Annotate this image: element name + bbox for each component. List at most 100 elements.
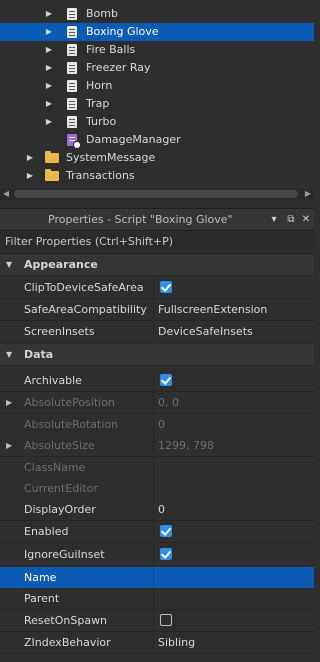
scroll-right-icon[interactable]: ▶ bbox=[302, 188, 314, 200]
expand-arrow-icon[interactable]: ▶ bbox=[43, 23, 55, 41]
tree-item-trap[interactable]: ▶ Trap bbox=[0, 95, 314, 113]
property-row[interactable]: CurrentEditor bbox=[0, 478, 314, 500]
property-row[interactable]: Archivable bbox=[0, 370, 314, 392]
property-name: ClassName bbox=[24, 461, 86, 474]
property-name: AbsoluteSize bbox=[24, 439, 95, 452]
tree-item-label: Boxing Glove bbox=[86, 25, 159, 38]
expand-arrow-icon[interactable]: ▶ bbox=[43, 41, 55, 59]
column-divider[interactable] bbox=[153, 277, 154, 298]
checkbox-checked[interactable] bbox=[160, 374, 172, 386]
property-value: 0 bbox=[158, 418, 165, 431]
tree-row-partial bbox=[0, 0, 314, 4]
category-data[interactable]: ▼ Data bbox=[0, 344, 314, 366]
property-name: SafeAreaCompatibility bbox=[24, 303, 147, 316]
property-name: ResetOnSpawn bbox=[24, 614, 108, 627]
property-name: Parent bbox=[24, 592, 60, 605]
tree-item-transactions[interactable]: ▶ Transactions bbox=[0, 167, 314, 185]
expand-arrow-icon[interactable]: ▶ bbox=[43, 5, 55, 23]
scroll-left-icon[interactable]: ◀ bbox=[0, 188, 12, 200]
column-divider[interactable] bbox=[153, 544, 154, 565]
script-icon bbox=[67, 44, 77, 56]
checkbox-checked[interactable] bbox=[160, 525, 172, 537]
property-row[interactable]: IgnoreGuiInset bbox=[0, 544, 314, 566]
property-name: AbsolutePosition bbox=[24, 396, 115, 409]
expand-arrow-icon[interactable]: ▶ bbox=[6, 435, 12, 456]
checkbox-checked[interactable] bbox=[160, 548, 172, 560]
tree-item-turbo[interactable]: ▶ Turbo bbox=[0, 113, 314, 131]
tree-item-label: Horn bbox=[86, 79, 113, 92]
property-row[interactable]: ResetOnSpawn bbox=[0, 610, 314, 632]
property-row[interactable]: Parent bbox=[0, 588, 314, 610]
property-row[interactable]: AbsoluteRotation 0 bbox=[0, 414, 314, 436]
close-icon[interactable]: ✕ bbox=[299, 209, 313, 231]
properties-list: ▼ Appearance ClipToDeviceSafeArea SafeAr… bbox=[0, 254, 314, 662]
script-icon bbox=[67, 62, 77, 74]
script-icon bbox=[67, 98, 77, 110]
tree-item-label: DamageManager bbox=[86, 133, 181, 146]
tree-item-horn[interactable]: ▶ Horn bbox=[0, 77, 314, 95]
tree-item-boxing-glove[interactable]: ▶ Boxing Glove bbox=[0, 23, 314, 41]
expand-arrow-icon[interactable]: ▶ bbox=[43, 59, 55, 77]
property-row[interactable]: ClipToDeviceSafeArea bbox=[0, 277, 314, 299]
property-name: DisplayOrder bbox=[24, 503, 96, 516]
column-divider[interactable] bbox=[153, 521, 154, 542]
column-divider[interactable] bbox=[153, 299, 154, 320]
tree-item-bomb[interactable]: ▶ Bomb bbox=[0, 5, 314, 23]
expand-arrow-icon[interactable]: ▶ bbox=[24, 167, 36, 185]
column-divider[interactable] bbox=[153, 632, 154, 653]
tree-item-damage-manager[interactable]: DamageManager bbox=[0, 131, 314, 149]
property-row[interactable]: ZIndexBehavior Sibling bbox=[0, 632, 314, 654]
property-row[interactable]: ▶ AbsolutePosition 0, 0 bbox=[0, 392, 314, 414]
property-name: IgnoreGuiInset bbox=[24, 548, 105, 561]
property-row[interactable]: ScreenInsets DeviceSafeInsets bbox=[0, 321, 314, 343]
properties-title: Properties - Script "Boxing Glove" bbox=[48, 213, 233, 226]
tree-item-freezer-ray[interactable]: ▶ Freezer Ray bbox=[0, 59, 314, 77]
undock-icon[interactable]: ⧉ bbox=[284, 209, 298, 231]
column-divider[interactable] bbox=[153, 457, 154, 478]
column-divider[interactable] bbox=[153, 610, 154, 631]
expand-arrow-icon[interactable]: ▶ bbox=[24, 149, 36, 167]
property-value[interactable]: DeviceSafeInsets bbox=[158, 321, 253, 342]
category-title: Data bbox=[24, 348, 54, 361]
collapse-arrow-icon[interactable]: ▼ bbox=[6, 254, 12, 275]
checkbox-unchecked[interactable] bbox=[160, 614, 172, 626]
property-value: 0, 0 bbox=[158, 396, 179, 409]
expand-arrow-icon[interactable]: ▶ bbox=[43, 113, 55, 131]
property-name: ClipToDeviceSafeArea bbox=[24, 281, 144, 294]
collapse-arrow-icon[interactable]: ▼ bbox=[6, 344, 12, 365]
column-divider[interactable] bbox=[153, 588, 154, 609]
explorer-panel: ▶ Bomb ▶ Boxing Glove ▶ Fire Balls ▶ Fre… bbox=[0, 0, 314, 202]
checkbox-checked[interactable] bbox=[160, 281, 172, 293]
property-value[interactable]: Sibling bbox=[158, 632, 195, 653]
scrollbar-thumb[interactable] bbox=[14, 190, 298, 198]
column-divider[interactable] bbox=[153, 414, 154, 435]
filter-properties-input[interactable]: Filter Properties (Ctrl+Shift+P) bbox=[0, 230, 314, 254]
property-row[interactable]: DisplayOrder 0 bbox=[0, 499, 314, 521]
expand-arrow-icon[interactable]: ▶ bbox=[6, 392, 12, 413]
column-divider[interactable] bbox=[153, 478, 154, 499]
dropdown-arrow-icon[interactable]: ▾ bbox=[267, 209, 281, 231]
column-divider[interactable] bbox=[153, 321, 154, 342]
property-row-selected[interactable]: Name bbox=[0, 567, 314, 589]
column-divider[interactable] bbox=[153, 435, 154, 456]
category-appearance[interactable]: ▼ Appearance bbox=[0, 254, 314, 276]
property-row[interactable]: SafeAreaCompatibility FullscreenExtensio… bbox=[0, 299, 314, 321]
column-divider[interactable] bbox=[153, 370, 154, 391]
tree-item-label: Fire Balls bbox=[86, 43, 136, 56]
tree-item-system-message[interactable]: ▶ SystemMessage bbox=[0, 149, 314, 167]
property-row[interactable]: ClassName bbox=[0, 457, 314, 479]
column-divider[interactable] bbox=[153, 392, 154, 413]
tree-item-fire-balls[interactable]: ▶ Fire Balls bbox=[0, 41, 314, 59]
folder-icon bbox=[45, 151, 59, 163]
tree-item-label: Freezer Ray bbox=[86, 61, 151, 74]
column-divider[interactable] bbox=[153, 499, 154, 520]
properties-header: Properties - Script "Boxing Glove" ▾ ⧉ ✕ bbox=[0, 208, 314, 231]
property-value[interactable]: 0 bbox=[158, 499, 165, 520]
expand-arrow-icon[interactable]: ▶ bbox=[43, 77, 55, 95]
property-value[interactable]: FullscreenExtension bbox=[158, 299, 267, 320]
expand-arrow-icon[interactable]: ▶ bbox=[43, 95, 55, 113]
horizontal-scrollbar[interactable]: ◀ ▶ bbox=[0, 188, 314, 200]
property-row[interactable]: Enabled bbox=[0, 521, 314, 543]
column-divider[interactable] bbox=[153, 567, 154, 588]
property-row[interactable]: ▶ AbsoluteSize 1299, 798 bbox=[0, 435, 314, 457]
